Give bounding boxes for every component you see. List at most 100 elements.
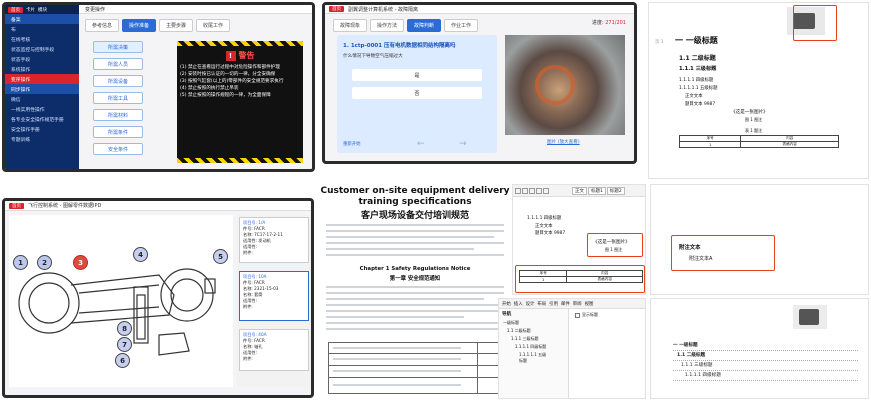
checkbox-icon[interactable]	[575, 312, 580, 318]
warning-icon: !	[225, 50, 236, 61]
sidebar-item[interactable]: 在线考核	[5, 34, 79, 44]
menu-item[interactable]: 引用	[549, 301, 558, 307]
doc-title-en: Customer on-site equipment delivery trai…	[320, 186, 510, 207]
highlight-box	[793, 5, 837, 41]
nav-tree-item[interactable]: 1.1.1.1 四级标题	[499, 343, 568, 351]
tab-closeout[interactable]: 收尾工作	[196, 19, 231, 32]
callout-1[interactable]: 1	[13, 255, 28, 270]
need-personnel-button[interactable]: 所需人员	[93, 58, 143, 70]
style-normal[interactable]: 正文	[572, 186, 587, 195]
answer-no-button[interactable]: 否	[352, 87, 482, 99]
callout-4[interactable]: 4	[133, 247, 148, 262]
format-icon[interactable]	[543, 187, 549, 194]
menu-bar: 开始 插入 设计 布局 引用 邮件 审阅 视图	[499, 299, 645, 309]
callout-5[interactable]: 5	[213, 249, 228, 264]
highlight-box	[671, 235, 775, 271]
sidebar-item[interactable]: 状态监控与控制手段	[5, 44, 79, 54]
show-headings-label: 显示标题	[582, 312, 598, 317]
menu-item[interactable]: 布局	[537, 301, 546, 307]
answer-yes-button[interactable]: 是	[352, 69, 482, 81]
need-equipment-button[interactable]: 所需设备	[93, 75, 143, 87]
sidebar-item[interactable]: 安全操作手册	[5, 124, 79, 134]
toc-entry[interactable]: 1.1.1.1 四级标题	[673, 371, 858, 381]
need-tools-button[interactable]: 所需工具	[93, 92, 143, 104]
sidebar-item[interactable]: 同步操作	[5, 84, 79, 94]
top-tab[interactable]: 卡片	[26, 7, 35, 13]
part-card-selected[interactable]: 项目号: 10A 件号: FACR 名称: 2321-15-03 名称: 套筒 …	[239, 271, 309, 321]
part-card[interactable]: 项目号: 1/A 件号: FACR 名称: 7C17-17-2-11 适用性: …	[239, 217, 309, 263]
callout-6[interactable]: 6	[115, 353, 130, 368]
screenshot-parts-diagram: 首页 飞行控制系统 - 图解零件数据IPD 1 2 3 4 5 6 7 8 项目…	[2, 198, 314, 398]
prev-arrow-icon[interactable]: ←	[417, 139, 425, 149]
toc-entry[interactable]: 1.1.1 三级标题	[673, 361, 858, 371]
tab-reference[interactable]: 参考信息	[85, 19, 120, 32]
callout-2[interactable]: 2	[37, 255, 52, 270]
menu-item[interactable]: 邮件	[561, 301, 570, 307]
sidebar-item[interactable]: 状态手段	[5, 54, 79, 64]
part-card[interactable]: 项目号: 40A 件号: FACR 名称: 轴孔 适用性: 附件:	[239, 329, 309, 371]
nav-tree-item[interactable]: 一级标题	[499, 319, 568, 327]
sidebar-item[interactable]: 系统操作	[5, 64, 79, 74]
nav-tree-item[interactable]: 1.1 二级标题	[499, 327, 568, 335]
sidebar-item[interactable]: 备案	[5, 14, 79, 24]
menu-item[interactable]: 插入	[514, 301, 523, 307]
screenshot-training-spec: Customer on-site equipment delivery trai…	[320, 182, 510, 399]
warning-item: (3) 按照气缸套(以上的)零部件的安全规范要求执行	[180, 79, 284, 84]
warning-item: (2) 安装时按已认证的一切的一律，分全安确保	[180, 72, 276, 77]
home-tag[interactable]: 首页	[9, 202, 24, 209]
sidebar-item[interactable]: 微信	[5, 94, 79, 104]
tab-preparation[interactable]: 操作准备	[122, 19, 157, 32]
need-decision-button[interactable]: 所需决策	[93, 41, 143, 53]
app-title-bar: 首页 副翼调整计算机系统 - 故障隔离	[325, 5, 634, 14]
warning-item: (5) 禁止按照的操作规程的一律，为全面保障	[180, 93, 271, 98]
need-conditions-button[interactable]: 所需条件	[93, 126, 143, 138]
side-menu: 首页 卡片 模块 备案 布 在线考核 状态监控与控制手段 状态手段 系统操作 变…	[5, 5, 79, 169]
tab-method[interactable]: 操作方法	[370, 19, 405, 32]
menu-item[interactable]: 视图	[585, 301, 594, 307]
diagram-canvas[interactable]: 1 2 3 4 5 6 7 8	[9, 215, 233, 387]
restart-link[interactable]: 重新开始	[343, 141, 361, 147]
callout-3[interactable]: 3	[73, 255, 88, 270]
sidebar-item[interactable]: 专题训练	[5, 134, 79, 144]
menu-item[interactable]: 审阅	[573, 301, 582, 307]
zoom-image-link[interactable]: 图片 (放大查看)	[547, 139, 580, 145]
chapter-paragraph	[326, 284, 504, 334]
nav-tree-item[interactable]: 1.1.1 三级标题	[499, 335, 568, 343]
header-image	[793, 305, 827, 329]
menu-item[interactable]: 设计	[526, 301, 535, 307]
style-heading1[interactable]: 标题1	[588, 186, 606, 195]
safety-conditions-button[interactable]: 安全条件	[93, 143, 143, 155]
top-tab[interactable]: 模块	[38, 7, 47, 13]
callout-7[interactable]: 7	[117, 337, 132, 352]
style-heading2[interactable]: 标题2	[606, 186, 625, 195]
toc-entry[interactable]: 一 一级标题	[673, 341, 858, 351]
format-icon[interactable]	[515, 187, 521, 194]
tab-symptom[interactable]: 故障现象	[333, 19, 368, 32]
ribbon-toolbar: 正文 标题1 标题2	[513, 185, 645, 197]
sidebar-item-selected[interactable]: 变序操作	[5, 74, 79, 84]
sidebar-item[interactable]: 布	[5, 24, 79, 34]
toc-entry[interactable]: 1.1 二级标题	[673, 351, 858, 361]
format-icon[interactable]	[536, 187, 542, 194]
format-icon[interactable]	[529, 187, 535, 194]
tab-judgement[interactable]: 故障判断	[407, 19, 442, 32]
progress-value: 271/201	[605, 20, 626, 26]
toc-entry-text: 1.1.1.1 四级标题	[685, 373, 721, 378]
top-tab[interactable]: 首页	[8, 6, 23, 13]
next-arrow-icon[interactable]: →	[459, 139, 467, 149]
app-title: 飞行控制系统 - 图解零件数据IPD	[28, 203, 102, 209]
show-headings-option[interactable]: 显示标题	[575, 312, 598, 318]
screenshot-navigation-pane: 开始 插入 设计 布局 引用 邮件 审阅 视图 导航 一级标题 1.1 二级标题…	[498, 298, 646, 399]
tab-work[interactable]: 作业工作	[444, 19, 479, 32]
menu-item[interactable]: 开始	[502, 301, 511, 307]
sidebar-item[interactable]: 各专业安全操作规范手册	[5, 114, 79, 124]
engine-photo[interactable]	[505, 35, 625, 135]
callout-8[interactable]: 8	[117, 321, 132, 336]
need-materials-button[interactable]: 所需材料	[93, 109, 143, 121]
sidebar-item[interactable]: 一线实用性操作	[5, 104, 79, 114]
home-tag[interactable]: 首页	[329, 6, 344, 12]
nav-tree-item[interactable]: 1.1.1.1.1 五级标题	[499, 351, 568, 365]
format-icon[interactable]	[522, 187, 528, 194]
tab-steps[interactable]: 主要步骤	[159, 19, 194, 32]
figure-caption: 《这是一张图片》	[731, 110, 768, 115]
